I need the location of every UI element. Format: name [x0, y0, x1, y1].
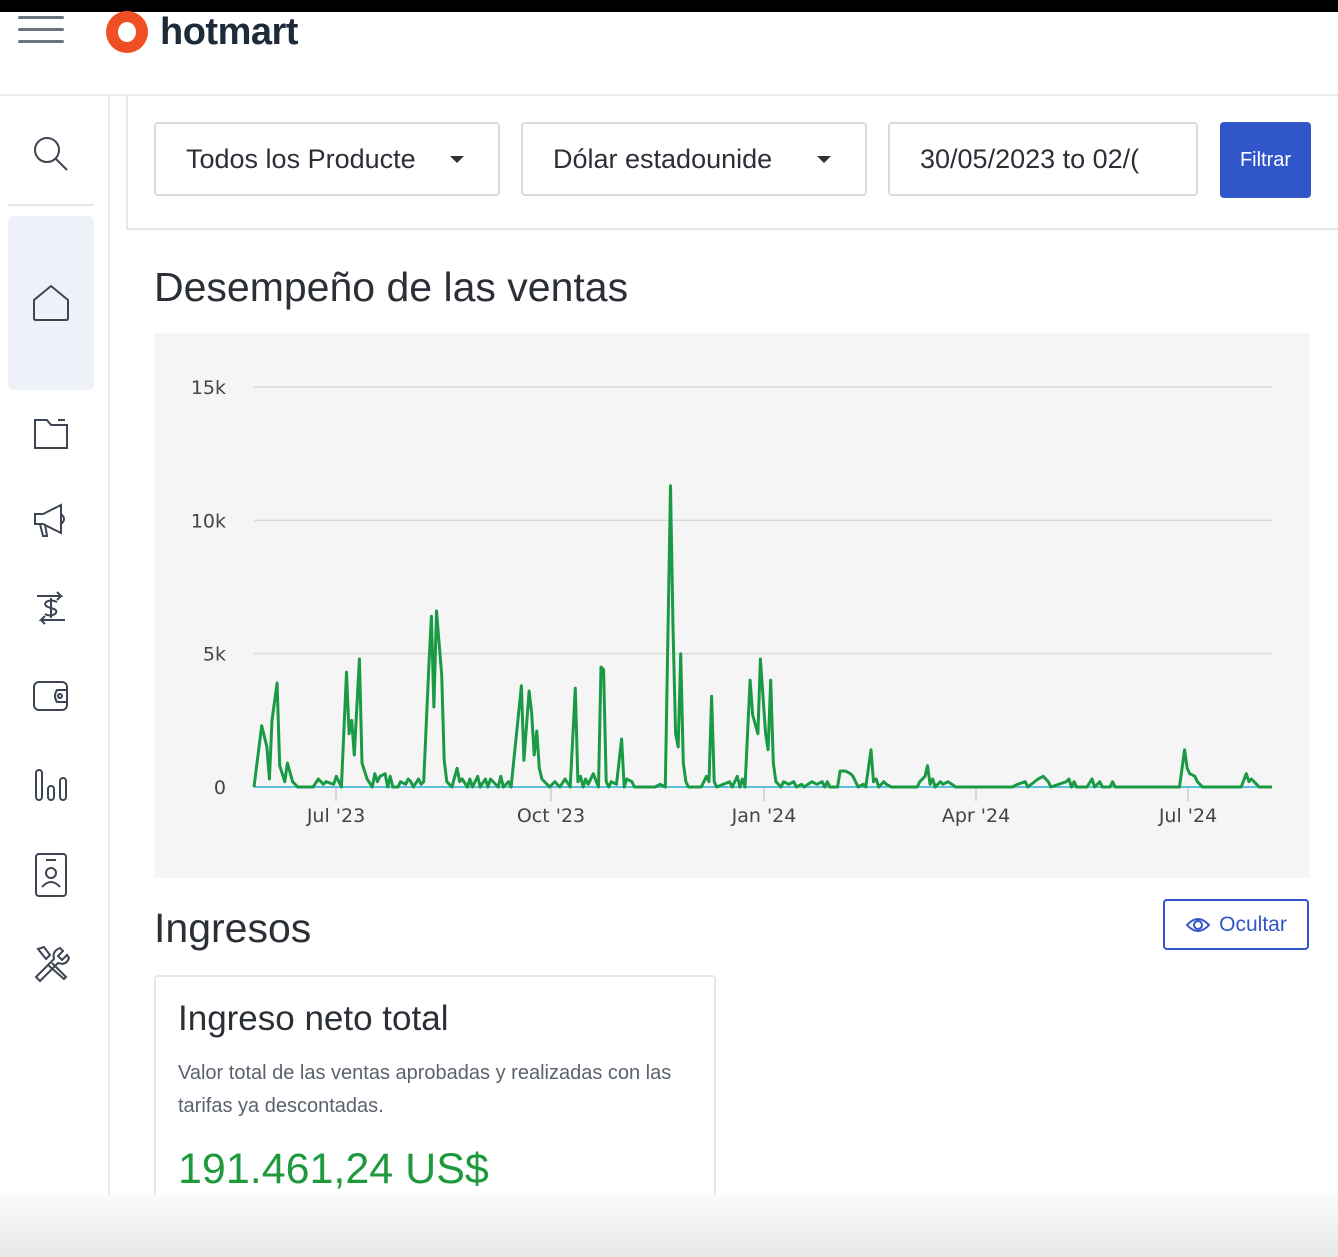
- eye-icon: [1185, 917, 1211, 932]
- sidebar-item-sales[interactable]: [8, 584, 94, 632]
- hide-button[interactable]: Ocultar: [1163, 899, 1309, 950]
- hide-button-label: Ocultar: [1219, 912, 1287, 936]
- contact-card-icon: [35, 853, 67, 897]
- tools-icon: [34, 945, 71, 983]
- net-income-card: Ingreso neto total Valor total de las ve…: [154, 975, 716, 1217]
- income-title: Ingresos: [154, 905, 312, 951]
- currency-select-value: Dólar estadounide: [553, 143, 773, 174]
- sidebar-item-home[interactable]: [8, 216, 94, 390]
- home-icon: [33, 284, 69, 321]
- chevron-down-icon: [450, 156, 464, 163]
- sales-line-chart: 0 5k 10k 15k Jul '23 Oct '23 Jan '24 Apr '24 Jul…: [191, 377, 1272, 827]
- y-tick-label: 15k: [191, 377, 226, 399]
- sales-performance-title: Desempeño de las ventas: [154, 264, 629, 310]
- sidebar-item-products[interactable]: [8, 412, 94, 456]
- sidebar-item-tools[interactable]: [8, 940, 94, 988]
- date-range-input[interactable]: 30/05/2023 to 02/(: [888, 122, 1198, 196]
- chevron-down-icon: [817, 156, 831, 163]
- logo-text: hotmart: [160, 10, 298, 53]
- x-tick-label: Jan '24: [731, 805, 797, 827]
- dollar-exchange-icon: [37, 591, 65, 625]
- y-tick-label: 5k: [203, 644, 226, 666]
- product-select-value: Todos los Productе: [186, 143, 416, 174]
- filter-bar: Todos los Productе Dólar estadounide 30/…: [126, 96, 1338, 230]
- x-tick-label: Jul '23: [306, 805, 365, 827]
- hotmart-logo[interactable]: hotmart: [106, 10, 298, 53]
- sales-chart-container: 0 5k 10k 15k Jul '23 Oct '23 Jan '24 Apr '24 Jul…: [154, 333, 1310, 878]
- megaphone-icon: [34, 503, 65, 537]
- bottom-fade: [0, 1195, 1338, 1257]
- x-tick-label: Jul '24: [1158, 805, 1217, 827]
- sidebar: [0, 96, 110, 1257]
- hotmart-logo-mark: [106, 11, 148, 53]
- sidebar-item-contacts[interactable]: [8, 848, 94, 902]
- net-income-description: Valor total de las ventas aprobadas y re…: [178, 1062, 672, 1117]
- folder-icon: [34, 419, 68, 449]
- net-income-title: Ingreso neto total: [178, 999, 449, 1038]
- x-tick-label: Apr '24: [942, 805, 1010, 827]
- x-tick-label: Oct '23: [517, 805, 585, 827]
- app-page: hotmart Todos los Productе Dólar estadou…: [0, 10, 1338, 1257]
- sidebar-divider: [8, 204, 94, 206]
- net-income-value: 191.461,24 US$: [178, 1145, 489, 1193]
- currency-select[interactable]: Dólar estadounide: [521, 122, 867, 196]
- y-tick-label: 0: [214, 777, 226, 799]
- search-icon: [34, 137, 68, 171]
- wallet-icon: [33, 681, 68, 711]
- filter-button[interactable]: Filtrar: [1220, 122, 1311, 198]
- sidebar-item-wallet[interactable]: [8, 674, 94, 718]
- sidebar-item-marketing[interactable]: [8, 498, 94, 542]
- date-range-value: 30/05/2023 to 02/(: [920, 143, 1140, 174]
- sales-series-line: [252, 484, 1272, 789]
- sidebar-item-search[interactable]: [8, 118, 94, 190]
- bar-chart-icon: [35, 769, 67, 801]
- y-tick-label: 10k: [191, 510, 226, 532]
- sidebar-item-analytics[interactable]: [8, 760, 94, 808]
- hamburger-menu-icon[interactable]: [18, 16, 64, 50]
- product-select[interactable]: Todos los Productе: [154, 122, 500, 196]
- top-bar: hotmart: [0, 10, 1338, 96]
